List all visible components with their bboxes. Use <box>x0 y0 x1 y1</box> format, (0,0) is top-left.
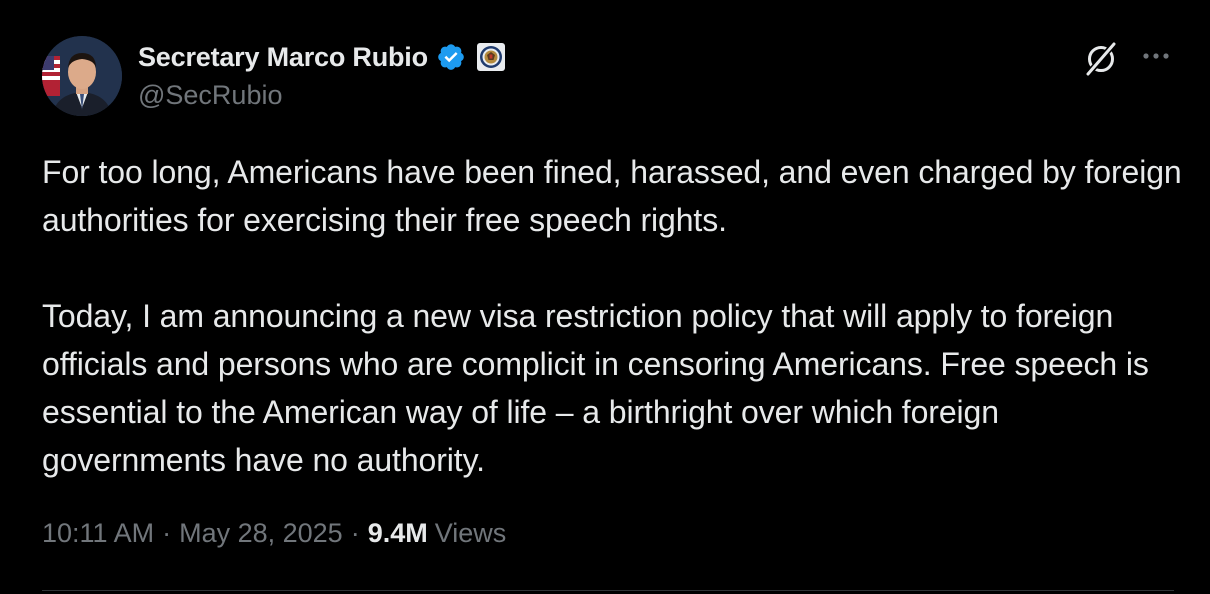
tweet-paragraph: Today, I am announcing a new visa restri… <box>42 298 1149 478</box>
display-name[interactable]: Secretary Marco Rubio <box>138 42 428 73</box>
meta-separator: · <box>162 518 172 548</box>
more-dots-icon[interactable] <box>1140 44 1172 68</box>
tweet-date[interactable]: May 28, 2025 <box>179 518 343 549</box>
tweet-meta: 10:11 AM · May 28, 2025 · 9.4M Views <box>42 518 506 549</box>
divider <box>42 590 1174 591</box>
avatar[interactable] <box>42 36 122 116</box>
tweet-card: Secretary Marco Rubio @SecRubio For too … <box>0 0 1210 594</box>
author-block: Secretary Marco Rubio @SecRubio <box>138 38 506 111</box>
handle[interactable]: @SecRubio <box>138 80 506 111</box>
tweet-paragraph: For too long, Americans have been fined,… <box>42 154 1182 238</box>
views-label[interactable]: Views <box>435 518 507 549</box>
avatar-photo <box>42 36 122 116</box>
name-row: Secretary Marco Rubio <box>138 38 506 76</box>
state-department-seal-icon[interactable] <box>476 42 506 72</box>
grok-icon[interactable] <box>1082 40 1120 78</box>
verified-badge-icon[interactable] <box>436 42 466 72</box>
tweet-time[interactable]: 10:11 AM <box>42 518 154 549</box>
views-count[interactable]: 9.4M <box>368 518 428 549</box>
tweet-body: For too long, Americans have been fined,… <box>42 148 1182 484</box>
meta-separator: · <box>350 518 360 548</box>
